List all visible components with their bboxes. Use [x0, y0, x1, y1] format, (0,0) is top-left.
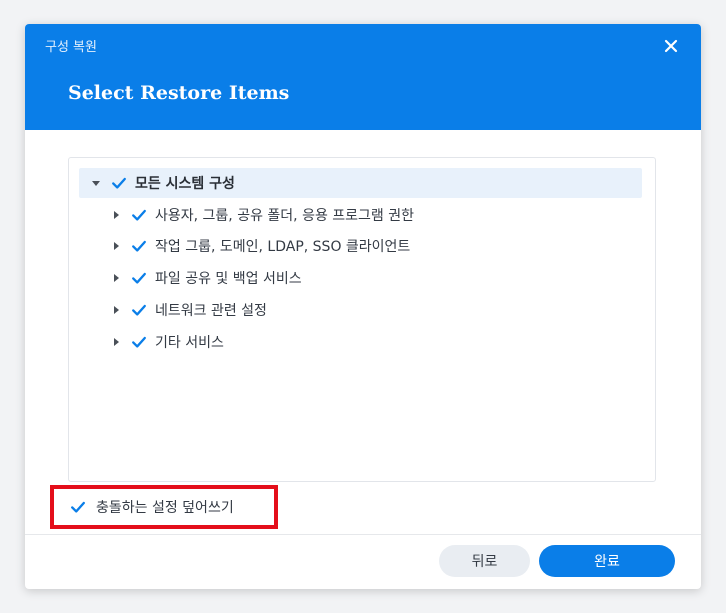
restore-config-dialog: 구성 복원 Select Restore Items 모든 시스템 구성 사용자… — [25, 24, 701, 589]
tree-item-label: 네트워크 관련 설정 — [155, 303, 267, 319]
checkbox-overwrite-conflicting[interactable] — [70, 499, 86, 515]
window-title: 구성 복원 — [45, 40, 97, 55]
back-button[interactable]: 뒤로 — [439, 545, 530, 577]
caret-right-icon[interactable] — [109, 239, 123, 253]
footer-divider — [25, 534, 701, 535]
tree-row-network-settings[interactable]: 네트워크 관련 설정 — [79, 295, 642, 325]
finish-button[interactable]: 완료 — [539, 545, 675, 577]
tree-item-label: 기타 서비스 — [155, 335, 224, 351]
close-button[interactable] — [661, 36, 681, 56]
checkmark-icon — [132, 304, 146, 316]
close-icon — [664, 39, 678, 53]
overwrite-label: 충돌하는 설정 덮어쓰기 — [96, 500, 234, 516]
caret-right-icon[interactable] — [109, 335, 123, 349]
tree-row-users-groups[interactable]: 사용자, 그룹, 공유 폴더, 응용 프로그램 권한 — [79, 200, 642, 230]
caret-right-icon[interactable] — [109, 303, 123, 317]
checkbox-all-system-config[interactable] — [111, 175, 127, 191]
checkbox-other-services[interactable] — [131, 334, 147, 350]
tree-item-label: 파일 공유 및 백업 서비스 — [155, 271, 302, 287]
tree-row-file-sharing-backup[interactable]: 파일 공유 및 백업 서비스 — [79, 263, 642, 293]
checkmark-icon — [132, 240, 146, 252]
overwrite-conflicting-settings-option[interactable]: 충돌하는 설정 덮어쓰기 — [50, 485, 278, 529]
checkmark-icon — [112, 177, 126, 189]
tree-item-label: 작업 그룹, 도메인, LDAP, SSO 클라이언트 — [155, 239, 411, 255]
tree-row-domain-ldap[interactable]: 작업 그룹, 도메인, LDAP, SSO 클라이언트 — [79, 231, 642, 261]
caret-right-icon[interactable] — [109, 271, 123, 285]
tree-item-label: 사용자, 그룹, 공유 폴더, 응용 프로그램 권한 — [155, 208, 415, 224]
checkbox-file-sharing-backup[interactable] — [131, 270, 147, 286]
restore-items-tree: 모든 시스템 구성 사용자, 그룹, 공유 폴더, 응용 프로그램 권한 작업 … — [68, 157, 656, 482]
page-title: Select Restore Items — [68, 82, 290, 104]
tree-root-label: 모든 시스템 구성 — [135, 176, 235, 192]
checkbox-users-groups[interactable] — [131, 207, 147, 223]
checkmark-icon — [132, 209, 146, 221]
caret-right-icon[interactable] — [109, 208, 123, 222]
tree-row-other-services[interactable]: 기타 서비스 — [79, 327, 642, 357]
tree-row-all-system-config[interactable]: 모든 시스템 구성 — [79, 168, 642, 198]
caret-down-icon[interactable] — [89, 176, 103, 190]
checkbox-network-settings[interactable] — [131, 302, 147, 318]
checkmark-icon — [71, 501, 85, 513]
dialog-header: 구성 복원 Select Restore Items — [25, 24, 701, 130]
checkmark-icon — [132, 336, 146, 348]
checkmark-icon — [132, 272, 146, 284]
checkbox-domain-ldap[interactable] — [131, 238, 147, 254]
